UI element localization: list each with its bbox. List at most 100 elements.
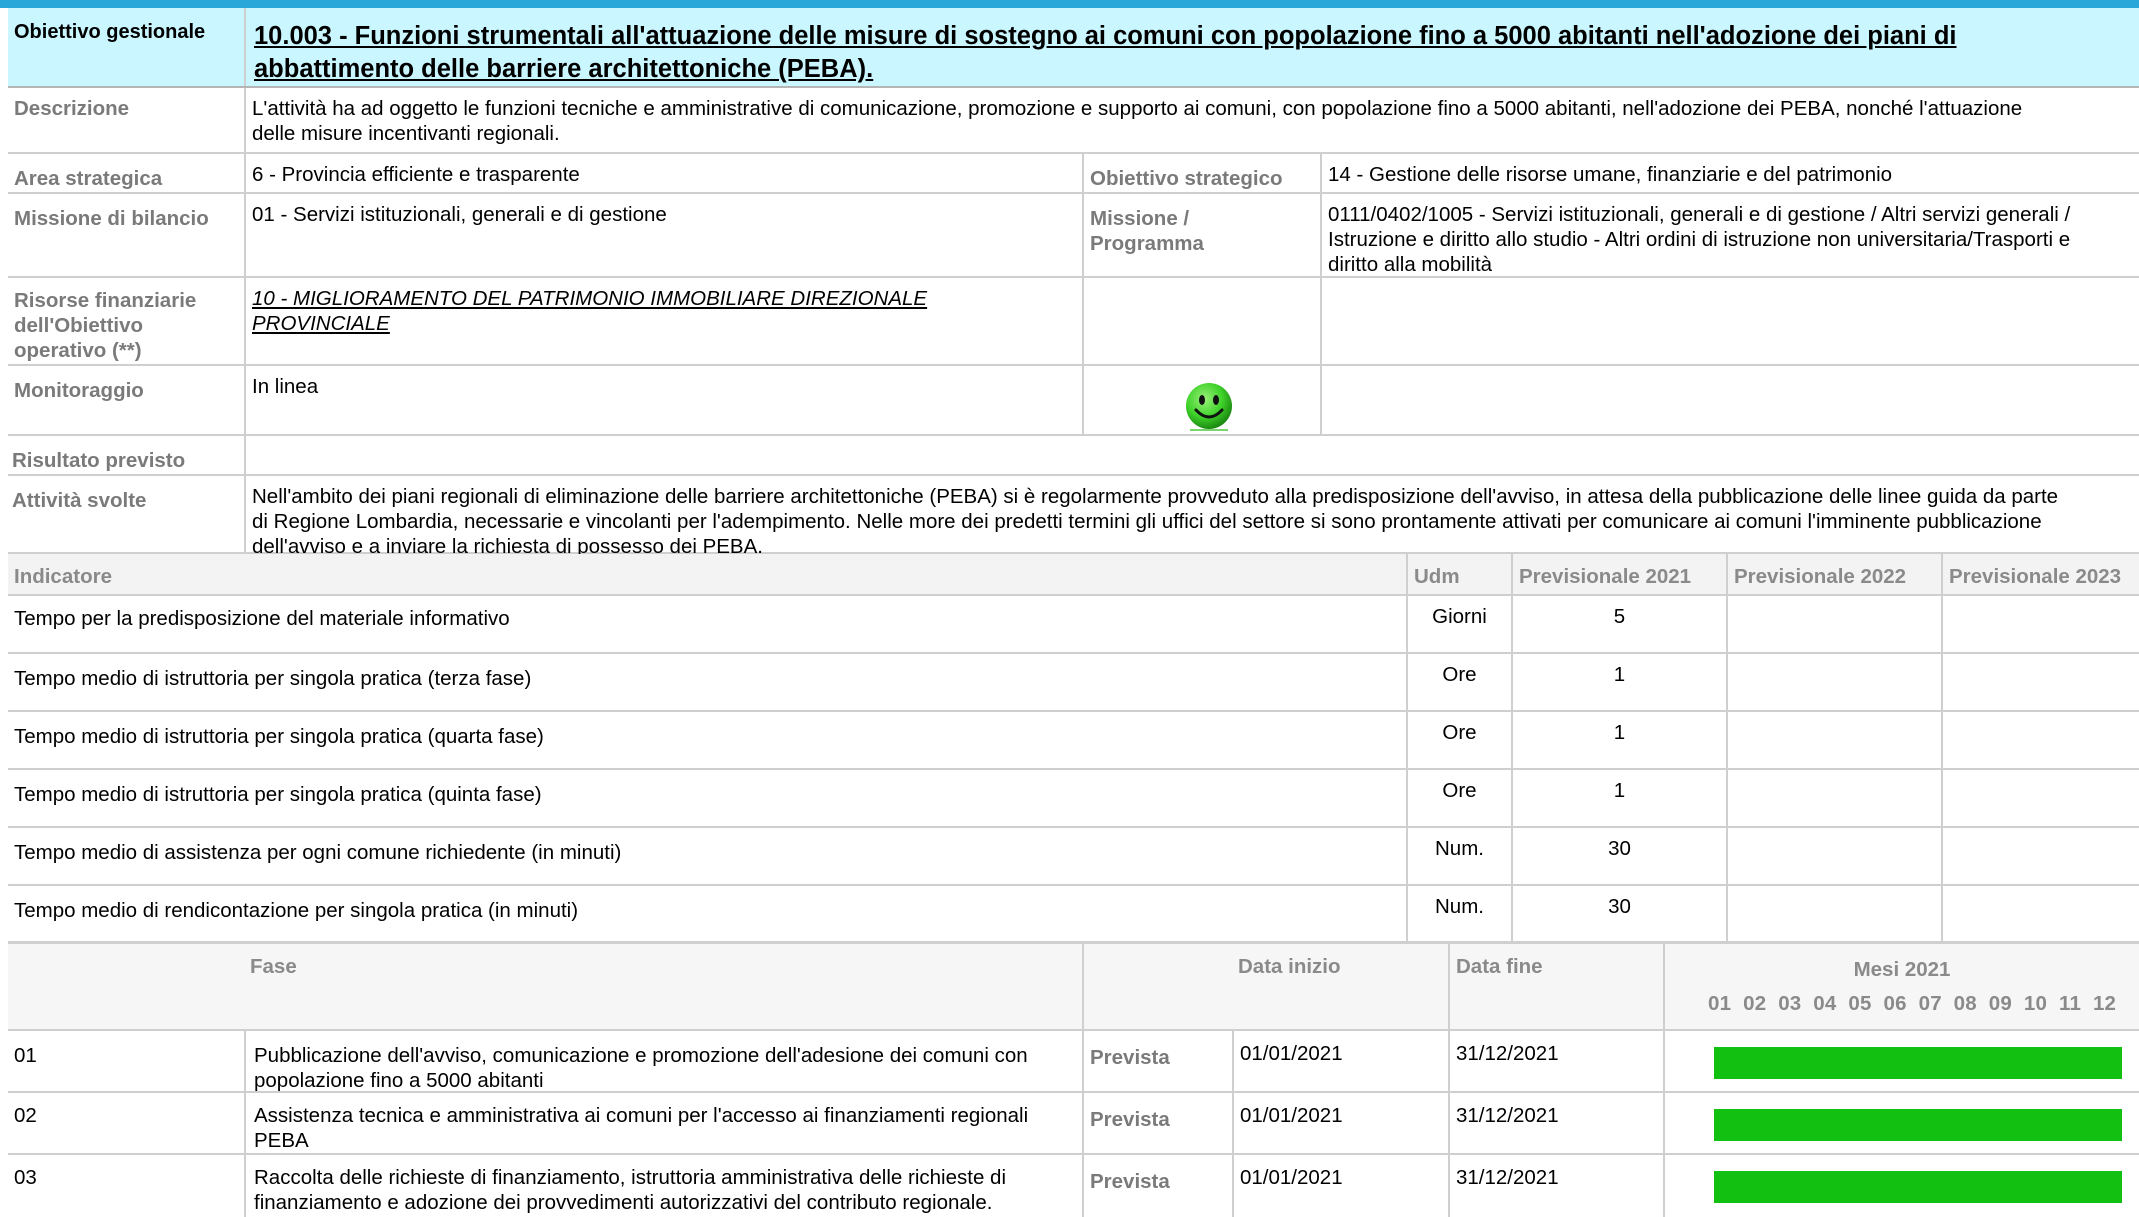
objective-title[interactable]: 10.003 - Funzioni strumentali all'attuaz… [244, 8, 2139, 86]
indicator-p2022 [1726, 828, 1941, 884]
phase-row: 02 Assistenza tecnica e amministrativa a… [8, 1093, 2139, 1155]
end-date-header: Data fine [1448, 944, 1670, 1029]
activities-line2: di Regione Lombardia, necessarie e vinco… [252, 510, 2042, 533]
indicator-p2021: 5 [1511, 596, 1726, 652]
resources-link-line2[interactable]: PROVINCIALE [252, 311, 390, 336]
indicator-row: Tempo medio di rendicontazione per singo… [8, 886, 2139, 944]
months-header: Mesi 2021 [1663, 944, 2139, 1029]
phase-description-line1: Pubblicazione dell'avviso, comunicazione… [254, 1044, 1028, 1067]
phase-start-date: 01/01/2021 [1232, 1093, 1448, 1153]
indicator-udm: Ore [1406, 654, 1511, 710]
indicator-row: Tempo medio di istruttoria per singola p… [8, 654, 2139, 712]
indicator-p2021: 30 [1511, 886, 1726, 941]
indicator-header: Indicatore [14, 565, 112, 588]
phases-header-row: Fase Data inizio Data fine Mesi 2021 01 … [8, 944, 2139, 1031]
indicator-udm: Num. [1406, 886, 1511, 941]
description-line2: delle misure incentivanti regionali. [252, 122, 560, 145]
indicator-p2021: 30 [1511, 828, 1726, 884]
indicator-name: Tempo medio di istruttoria per singola p… [14, 725, 544, 748]
indicator-p2022 [1726, 654, 1941, 710]
indicator-p2023 [1941, 770, 2139, 826]
top-header-strip [0, 0, 2139, 8]
activities-line1: Nell'ambito dei piani regionali di elimi… [252, 485, 2059, 508]
indicator-p2022 [1726, 596, 1941, 652]
description-label: Descrizione [14, 97, 130, 120]
strategic-objective-label: Obiettivo strategico [1082, 154, 1320, 192]
indicator-p2022 [1726, 712, 1941, 768]
mission-program-label-line1: Missione / [1090, 207, 1190, 230]
mission-program-line3: diritto alla mobilità [1328, 253, 1493, 276]
objective-title-line2[interactable]: abbattimento delle barriere architettoni… [254, 53, 2133, 86]
phase-description: Assistenza tecnica e amministrativa ai c… [244, 1093, 1090, 1153]
description-row: Descrizione L'attività ha ad oggetto le … [8, 88, 2139, 154]
phase-description: Raccolta delle richieste di finanziament… [244, 1155, 1090, 1217]
indicator-name: Tempo medio di istruttoria per singola p… [14, 667, 532, 690]
indicator-udm: Ore [1406, 770, 1511, 826]
phase-num-header [8, 944, 244, 1029]
mission-label: Missione di bilancio [14, 207, 209, 230]
resources-label-line2: dell'Obiettivo [14, 314, 144, 337]
phase-row: 03 Raccolta delle richieste di finanziam… [8, 1155, 2139, 1217]
resources-label-line1: Risorse finanziarie [14, 289, 197, 312]
objective-title-row: Obiettivo gestionale 10.003 - Funzioni s… [8, 8, 2139, 88]
indicator-p2023 [1941, 712, 2139, 768]
gantt-bar [1714, 1047, 2122, 1079]
phase-start-date: 01/01/2021 [1232, 1155, 1448, 1217]
indicator-udm: Ore [1406, 712, 1511, 768]
objective-title-line1[interactable]: 10.003 - Funzioni strumentali all'attuaz… [254, 20, 2133, 53]
resources-empty-cell-2 [1320, 278, 2139, 364]
months-scale: 01 02 03 04 05 06 07 08 09 10 11 12 [1708, 992, 2117, 1015]
phase-description-line1: Raccolta delle richieste di finanziament… [254, 1166, 1006, 1189]
indicator-p2021: 1 [1511, 770, 1726, 826]
activities-value: Nell'ambito dei piani regionali di elimi… [244, 476, 2139, 558]
phase-description-line1: Assistenza tecnica e amministrativa ai c… [254, 1104, 1029, 1127]
monitoring-row: Monitoraggio In linea [8, 366, 2139, 436]
activities-row: Attività svolte Nell'ambito dei piani re… [8, 476, 2139, 558]
indicator-row: Tempo per la predisposizione del materia… [8, 596, 2139, 654]
phase-number: 03 [14, 1166, 37, 1189]
mission-row: Missione di bilancio 01 - Servizi istitu… [8, 194, 2139, 278]
strategic-area-value: 6 - Provincia efficiente e trasparente [244, 154, 1090, 192]
resources-link[interactable]: 10 - MIGLIORAMENTO DEL PATRIMONIO IMMOBI… [244, 278, 1090, 364]
mission-program-value: 0111/0402/1005 - Servizi istituzionali, … [1320, 194, 2139, 276]
phase-description-line2: finanziamento e adozione dei provvedimen… [254, 1191, 993, 1214]
months-title: Mesi 2021 [1853, 958, 1951, 981]
indicator-p2022 [1726, 886, 1941, 941]
phases-table-body: 01 Pubblicazione dell'avviso, comunicazi… [8, 1031, 2139, 1217]
indicator-p2022 [1726, 770, 1941, 826]
mission-program-line2: Istruzione e diritto allo studio - Altri… [1328, 228, 2071, 251]
phase-type: Prevista [1082, 1031, 1232, 1091]
indicator-row: Tempo medio di istruttoria per singola p… [8, 770, 2139, 828]
indicator-p2023 [1941, 654, 2139, 710]
indicator-name: Tempo medio di assistenza per ogni comun… [14, 841, 622, 864]
strategic-objective-value: 14 - Gestione delle risorse umane, finan… [1320, 154, 2139, 192]
activities-label: Attività svolte [12, 489, 147, 512]
resources-link-line1[interactable]: 10 - MIGLIORAMENTO DEL PATRIMONIO IMMOBI… [252, 286, 1084, 311]
resources-label-line3: operativo (**) [14, 339, 142, 362]
phase-end-date: 31/12/2021 [1448, 1031, 1670, 1091]
resources-empty-cell [1082, 278, 1320, 364]
strategic-area-label: Area strategica [14, 167, 163, 190]
phase-number: 01 [14, 1044, 37, 1067]
expected-result-row: Risultato previsto [8, 436, 2139, 476]
mission-value: 01 - Servizi istituzionali, generali e d… [244, 194, 1090, 276]
indicator-p2021: 1 [1511, 654, 1726, 710]
mission-program-label-line2: Programma [1090, 232, 1204, 255]
phase-number: 02 [14, 1104, 37, 1127]
phase-start-date: 01/01/2021 [1232, 1031, 1448, 1091]
forecast-2021-header: Previsionale 2021 [1511, 554, 1726, 594]
resources-row: Risorse finanziarie dell'Obiettivo opera… [8, 278, 2139, 366]
phase-row: 01 Pubblicazione dell'avviso, comunicazi… [8, 1031, 2139, 1093]
indicator-udm: Num. [1406, 828, 1511, 884]
indicator-row: Tempo medio di istruttoria per singola p… [8, 712, 2139, 770]
phase-type: Prevista [1082, 1093, 1232, 1153]
indicator-p2023 [1941, 886, 2139, 941]
expected-result-value [244, 436, 2139, 474]
forecast-2023-header: Previsionale 2023 [1941, 554, 2139, 594]
indicator-name: Tempo medio di istruttoria per singola p… [14, 783, 542, 806]
monitoring-empty-cell [1320, 366, 2139, 434]
mission-program-label: Missione / Programma [1082, 194, 1320, 276]
smiley-face-icon [1186, 383, 1232, 431]
udm-header: Udm [1406, 554, 1511, 594]
description-line1: L'attività ha ad oggetto le funzioni tec… [252, 97, 2023, 120]
